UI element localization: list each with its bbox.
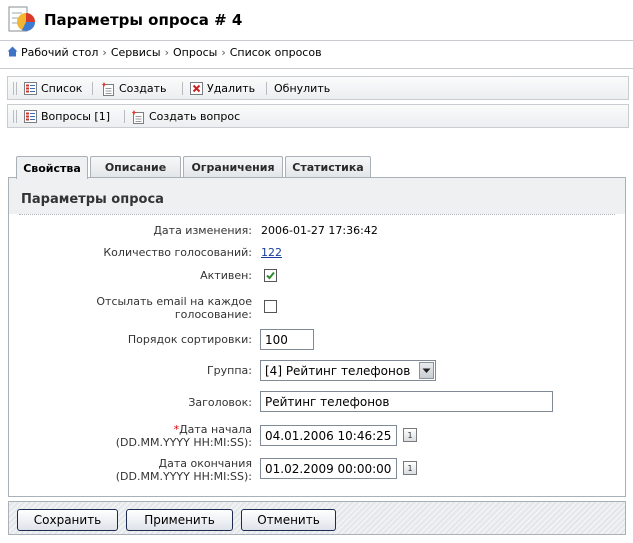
new-document-icon bbox=[132, 109, 144, 124]
cancel-button[interactable]: Отменить bbox=[241, 509, 336, 531]
delete-icon bbox=[190, 82, 203, 95]
tab-statistics[interactable]: Статистика bbox=[285, 156, 371, 177]
panel-header: Параметры опроса bbox=[9, 178, 625, 214]
calendar-icon[interactable]: 1 bbox=[403, 461, 417, 475]
toolbar-separator bbox=[266, 82, 267, 95]
create-button[interactable]: Создать bbox=[102, 80, 167, 97]
breadcrumb-separator: › bbox=[102, 46, 107, 59]
page-header: Параметры опроса # 4 bbox=[0, 0, 633, 40]
modified-label: Дата изменения: bbox=[153, 224, 252, 237]
questions-button[interactable]: Вопросы [1] bbox=[24, 108, 110, 125]
active-label: Активен: bbox=[200, 269, 252, 282]
poll-icon bbox=[8, 6, 35, 32]
breadcrumb-poll-list[interactable]: Список опросов bbox=[230, 46, 322, 59]
tab-description[interactable]: Описание bbox=[90, 156, 181, 177]
create-button-label: Создать bbox=[119, 82, 167, 95]
caption-label: Заголовок: bbox=[188, 396, 252, 409]
form-footer: Сохранить Применить Отменить bbox=[8, 501, 626, 535]
list-icon bbox=[24, 82, 37, 95]
breadcrumb-divider bbox=[0, 68, 633, 69]
new-document-icon bbox=[102, 81, 114, 96]
end-date-label: Дата окончания (DD.MM.YYYY HH:MI:SS): bbox=[116, 457, 252, 483]
main-toolbar: Список Создать Удалить Обнулить bbox=[7, 76, 629, 100]
sort-input[interactable]: 100 bbox=[260, 329, 314, 350]
breadcrumb: Рабочий стол › Сервисы › Опросы › Список опрос… bbox=[7, 46, 322, 59]
group-select-value: [4] Рейтинг телефонов bbox=[265, 363, 411, 378]
chevron-down-icon[interactable] bbox=[419, 362, 434, 379]
group-label: Группа: bbox=[206, 364, 252, 377]
email-label-line1: Отсылать email на каждое bbox=[96, 295, 252, 308]
calendar-icon[interactable]: 1 bbox=[403, 428, 417, 442]
questions-button-label: Вопросы [1] bbox=[41, 110, 110, 123]
start-date-format: (DD.MM.YYYY HH:MI:SS): bbox=[115, 436, 252, 449]
tab-properties[interactable]: Свойства bbox=[16, 156, 88, 179]
votes-label: Количество голосований: bbox=[103, 246, 252, 259]
start-date-label: *Дата начала (DD.MM.YYYY HH:MI:SS): bbox=[116, 423, 252, 449]
create-question-button[interactable]: Создать вопрос bbox=[132, 108, 240, 125]
caption-input[interactable]: Рейтинг телефонов bbox=[260, 391, 553, 412]
list-button-label: Список bbox=[41, 82, 83, 95]
toolbar-separator bbox=[92, 82, 93, 95]
checkmark-icon bbox=[266, 271, 275, 280]
toolbar-grip bbox=[13, 110, 17, 123]
delete-button-label: Удалить bbox=[207, 82, 256, 95]
panel-divider bbox=[19, 214, 615, 215]
active-checkbox[interactable] bbox=[264, 269, 277, 282]
reset-button-label: Обнулить bbox=[274, 82, 331, 95]
apply-button[interactable]: Применить bbox=[126, 509, 233, 531]
start-date-input[interactable]: 04.01.2006 10:46:25 bbox=[260, 425, 397, 446]
create-question-button-label: Создать вопрос bbox=[149, 110, 241, 123]
save-button[interactable]: Сохранить bbox=[17, 509, 118, 531]
toolbar-separator bbox=[182, 82, 183, 95]
end-date-format: (DD.MM.YYYY HH:MI:SS): bbox=[115, 470, 252, 483]
votes-link[interactable]: 122 bbox=[261, 246, 282, 259]
breadcrumb-services[interactable]: Сервисы bbox=[111, 46, 161, 59]
start-date-label-text: Дата начала bbox=[179, 423, 252, 436]
panel-title: Параметры опроса bbox=[21, 192, 164, 207]
home-icon[interactable] bbox=[7, 46, 18, 57]
questions-toolbar: Вопросы [1] Создать вопрос bbox=[7, 104, 629, 128]
page-title: Параметры опроса # 4 bbox=[44, 11, 243, 29]
tab-restrictions[interactable]: Ограничения bbox=[183, 156, 283, 177]
toolbar-grip bbox=[13, 82, 17, 95]
reset-button[interactable]: Обнулить bbox=[274, 80, 330, 97]
email-checkbox[interactable] bbox=[264, 300, 277, 313]
sort-label: Порядок сортировки: bbox=[127, 333, 252, 346]
email-label: Отсылать email на каждое голосование: bbox=[96, 295, 252, 321]
list-button[interactable]: Список bbox=[24, 80, 82, 97]
breadcrumb-separator: › bbox=[221, 46, 226, 59]
toolbar-separator bbox=[124, 110, 125, 123]
email-label-line2: голосование: bbox=[174, 308, 252, 321]
breadcrumb-separator: › bbox=[164, 46, 170, 59]
end-date-input[interactable]: 01.02.2009 00:00:00 bbox=[260, 458, 397, 479]
breadcrumb-desktop[interactable]: Рабочий стол bbox=[21, 46, 98, 59]
end-date-label-text: Дата окончания bbox=[158, 457, 252, 470]
header-divider bbox=[0, 40, 633, 41]
group-select[interactable]: [4] Рейтинг телефонов bbox=[260, 360, 436, 381]
list-icon bbox=[24, 110, 37, 123]
delete-button[interactable]: Удалить bbox=[190, 80, 255, 97]
modified-value: 2006-01-27 17:36:42 bbox=[261, 224, 378, 237]
breadcrumb-polls[interactable]: Опросы bbox=[173, 46, 217, 59]
